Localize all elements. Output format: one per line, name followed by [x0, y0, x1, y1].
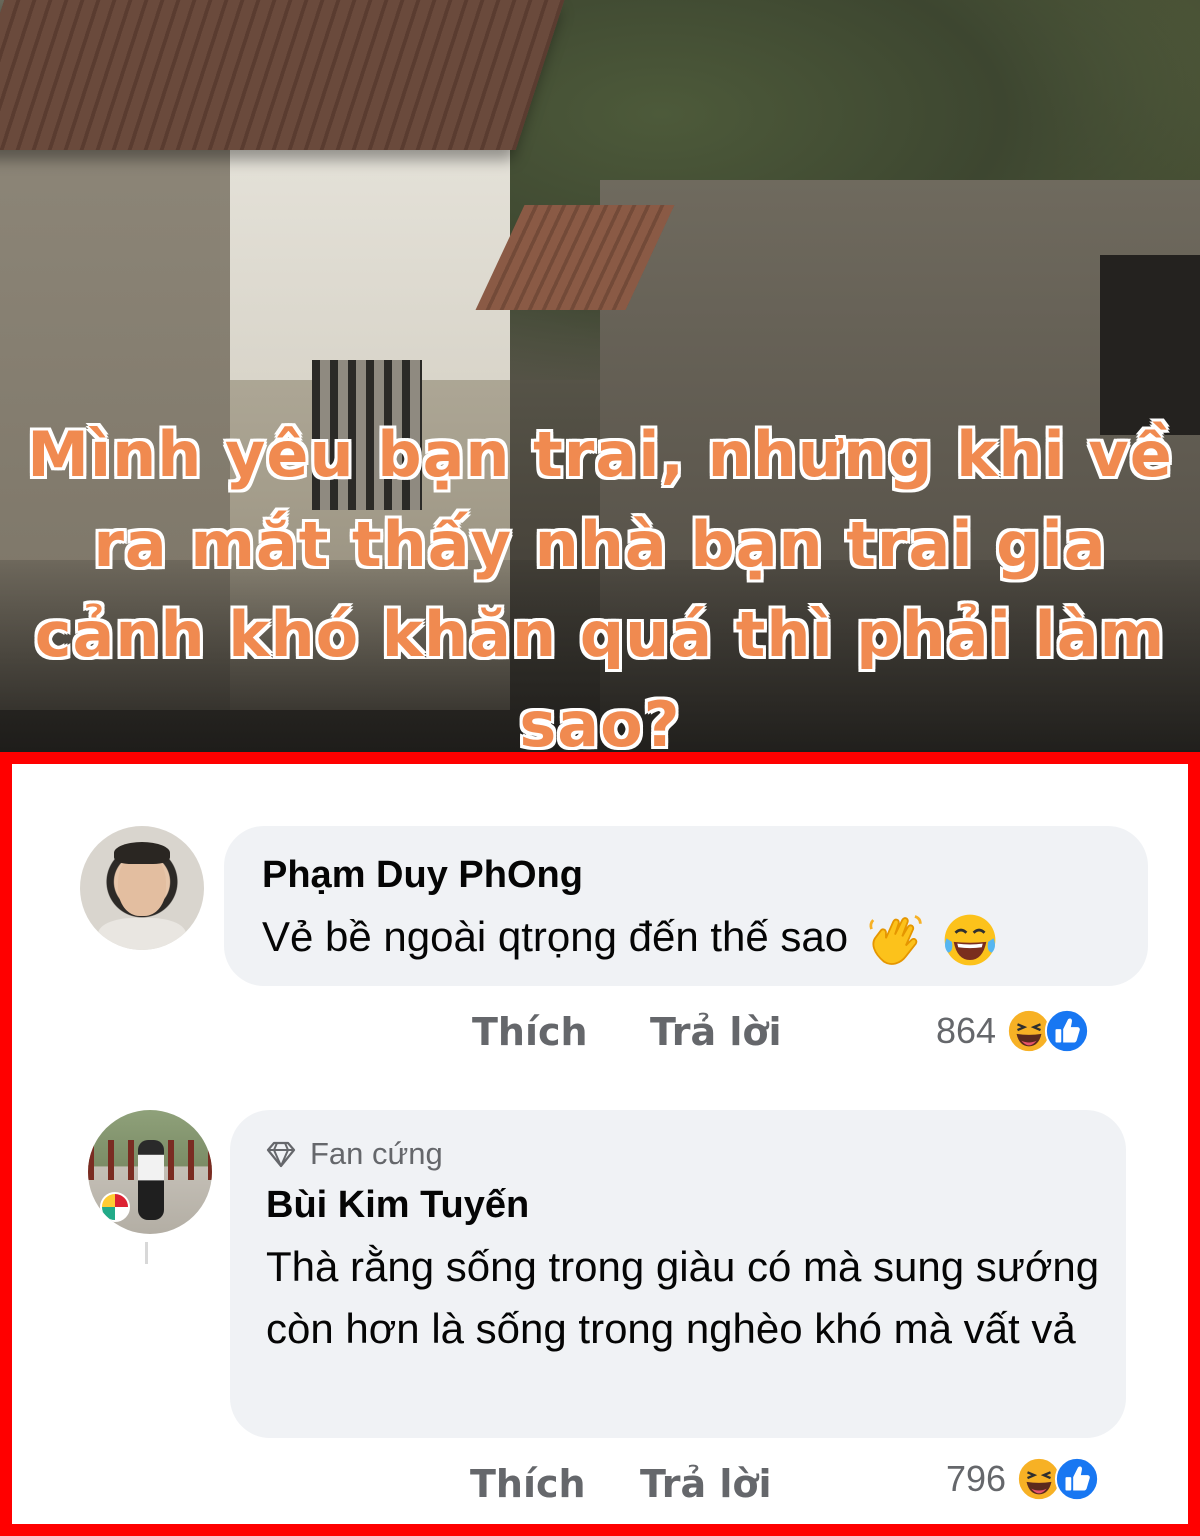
avatar[interactable] [88, 1110, 212, 1234]
like-reaction-icon [1045, 1008, 1090, 1054]
comments-panel: Phạm Duy PhOng Vẻ bề ngoài qtrọng đến th… [12, 764, 1188, 1524]
tears-of-joy-emoji [945, 914, 996, 966]
waving-hand-emoji [869, 915, 922, 965]
comment-text: Vẻ bề ngoài qtrọng đến thế sao [262, 906, 999, 969]
like-reaction-icon [1055, 1456, 1100, 1502]
comment-text: Thà rằng sống trong giàu có mà sung sướn… [266, 1243, 1100, 1352]
like-button[interactable]: Thích [470, 1462, 586, 1506]
comment-bubble: Fan cứng Bùi Kim Tuyến Thà rằng sống tro… [230, 1110, 1126, 1438]
like-button[interactable]: Thích [472, 1010, 588, 1054]
header-photo: Mình yêu bạn trai, nhưng khi về ra mắt t… [0, 0, 1200, 752]
diamond-icon [266, 1141, 296, 1168]
tiled-roof [0, 0, 565, 150]
reaction-count: 864 [936, 1010, 997, 1051]
reaction-summary[interactable]: 864 [936, 1008, 1090, 1054]
avatar[interactable] [80, 826, 204, 950]
reaction-summary[interactable]: 796 [946, 1456, 1100, 1502]
top-fan-badge[interactable]: Fan cứng [266, 1134, 443, 1174]
reply-button[interactable]: Trả lời [640, 1462, 772, 1506]
headline-text: Mình yêu bạn trai, nhưng khi về ra mắt t… [27, 418, 1173, 752]
house-wall-plaster [230, 150, 510, 380]
comment-bubble: Phạm Duy PhOng Vẻ bề ngoài qtrọng đến th… [224, 826, 1148, 986]
comment-author[interactable]: Phạm Duy PhOng [262, 854, 583, 897]
comment-author[interactable]: Bùi Kim Tuyến [266, 1184, 529, 1227]
reply-button[interactable]: Trả lời [650, 1010, 782, 1054]
thread-line [145, 1242, 148, 1264]
reaction-count: 796 [946, 1458, 1007, 1499]
doorway [1100, 255, 1200, 435]
